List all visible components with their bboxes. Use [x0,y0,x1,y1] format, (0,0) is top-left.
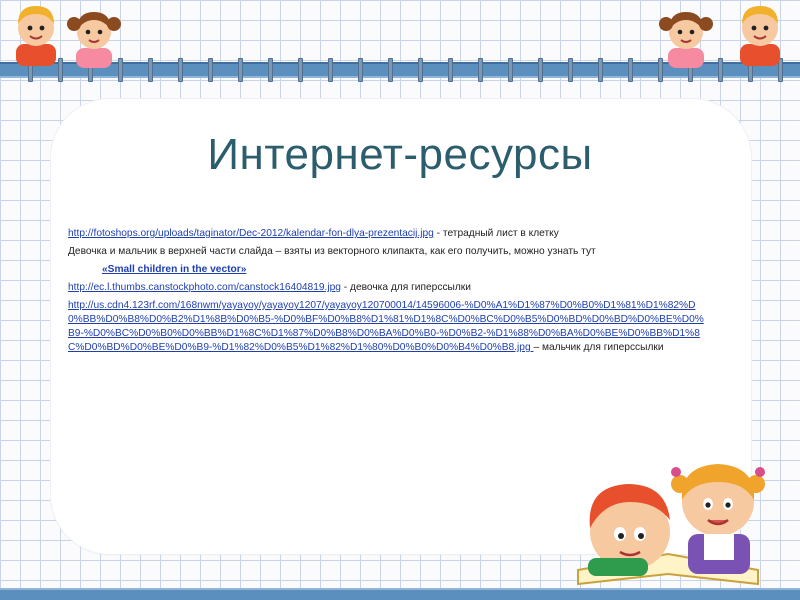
binder-clip [538,58,543,82]
binder-clip [238,58,243,82]
girl-figure [659,12,713,68]
binder-clip [148,58,153,82]
binder-clip [478,58,483,82]
binder-clip [598,58,603,82]
resource-line: http://us.cdn4.123rf.com/168nwm/yayayoy/… [68,299,704,355]
reading-kids-illustration [577,464,765,586]
resource-description: – мальчик для гиперссылки [533,342,664,353]
resource-description: Девочка и мальчик в верхней части слайда… [68,246,596,257]
resource-link[interactable]: http://fotoshops.org/uploads/taginator/D… [68,228,434,239]
resource-description: - девочка для гиперссылки [340,282,471,293]
binder-clip [298,58,303,82]
resource-link[interactable]: http://ec.l.thumbs.canstockphoto.com/can… [68,282,341,293]
resource-line: http://fotoshops.org/uploads/taginator/D… [68,227,704,241]
boy-figure [16,6,56,66]
binder-clip [718,58,723,82]
resources-list: http://fotoshops.org/uploads/taginator/D… [68,227,704,359]
binder-clip [568,58,573,82]
binder-clip [418,58,423,82]
resource-line: http://ec.l.thumbs.canstockphoto.com/can… [68,281,704,295]
binder-clip [508,58,513,82]
binder-clip [628,58,633,82]
page-title: Интернет-ресурсы [207,130,593,179]
binder-clip [208,58,213,82]
boy-figure [740,6,780,66]
resource-line: «Small children in the vector» [68,263,704,277]
binder-clip [448,58,453,82]
girl-figure [67,12,121,68]
binder-clip [358,58,363,82]
resource-link[interactable]: «Small children in the vector» [102,264,246,275]
binder-clip [388,58,393,82]
binder-clip [268,58,273,82]
resource-line: Девочка и мальчик в верхней части слайда… [68,245,704,259]
resource-description: - тетрадный лист в клетку [433,228,559,239]
binder-clip [328,58,333,82]
binder-clip [178,58,183,82]
